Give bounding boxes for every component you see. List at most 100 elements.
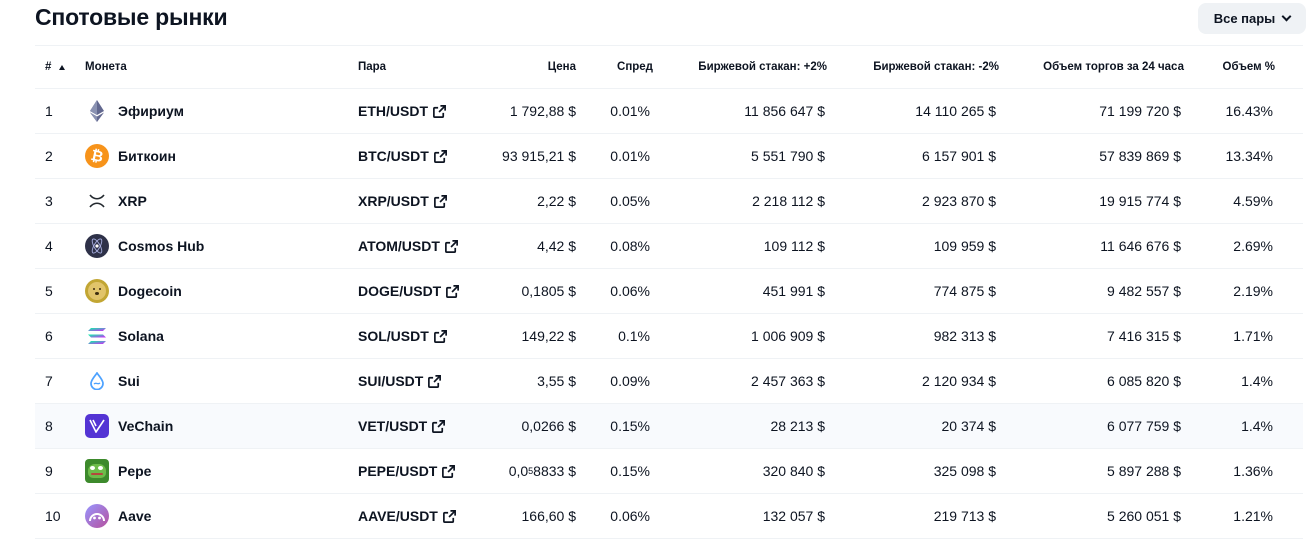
- bitcoin-icon: ₿: [85, 144, 109, 168]
- row-rank: 5: [45, 283, 53, 299]
- coin-link[interactable]: Aave: [85, 494, 151, 538]
- header-depth-plus[interactable]: Биржевой стакан: +2%: [698, 46, 827, 88]
- coin-link[interactable]: Эфириум: [85, 89, 184, 133]
- spread-value: 0.06%: [610, 283, 650, 299]
- volume-pct-value: 4.59%: [1233, 193, 1273, 209]
- row-rank: 8: [45, 418, 53, 434]
- pair-link[interactable]: BTC/USDT: [358, 134, 448, 178]
- header-coin[interactable]: Монета: [85, 46, 127, 88]
- pair-link[interactable]: XRP/USDT: [358, 179, 448, 223]
- pair-link[interactable]: ATOM/USDT: [358, 224, 459, 268]
- pair-link[interactable]: AAVE/USDT: [358, 494, 457, 538]
- coin-link[interactable]: Sui: [85, 359, 140, 403]
- external-link-icon: [433, 194, 448, 209]
- price-value: 1 792,88 $: [509, 103, 576, 119]
- depth-plus-value: 320 840 $: [762, 463, 825, 479]
- coin-link[interactable]: Dogecoin: [85, 269, 182, 313]
- spread-value: 0.15%: [610, 463, 650, 479]
- vechain-icon: [85, 414, 109, 438]
- coin-name: XRP: [118, 193, 147, 209]
- volume-pct-value: 1.21%: [1233, 508, 1273, 524]
- table-row[interactable]: 4 Cosmos Hub ATOM/USDT 4,42 $ 0.08% 109 …: [35, 224, 1303, 269]
- header-price[interactable]: Цена: [548, 46, 576, 88]
- external-link-icon: [431, 419, 446, 434]
- depth-plus-value: 5 551 790 $: [751, 148, 825, 164]
- coin-name: Dogecoin: [118, 283, 182, 299]
- pair-name: ATOM/USDT: [358, 238, 440, 254]
- pair-link[interactable]: ETH/USDT: [358, 89, 447, 133]
- price-value: 166,60 $: [521, 508, 577, 524]
- table-row[interactable]: 6 Solana SOL/USDT 149,22 $ 0.1% 1 006 90…: [35, 314, 1303, 359]
- table-row[interactable]: 8 VeChain VET/USDT 0,0266 $ 0.15% 28 213…: [35, 404, 1303, 449]
- table-row[interactable]: 2 ₿ Биткоин BTC/USDT 93 915,21 $ 0.01% 5…: [35, 134, 1303, 179]
- volume-value: 57 839 869 $: [1099, 148, 1181, 164]
- pair-link[interactable]: PEPE/USDT: [358, 449, 456, 493]
- volume-value: 7 416 315 $: [1107, 328, 1181, 344]
- pair-name: SUI/USDT: [358, 373, 424, 389]
- external-link-icon: [432, 104, 447, 119]
- header-spread[interactable]: Спред: [617, 46, 653, 88]
- table-row[interactable]: 5 Dogecoin DOGE/USDT 0,1805 $ 0.06% 451 …: [35, 269, 1303, 314]
- depth-minus-value: 2 120 934 $: [922, 373, 996, 389]
- row-rank: 7: [45, 373, 53, 389]
- spread-value: 0.08%: [610, 238, 650, 254]
- pair-name: ETH/USDT: [358, 103, 428, 119]
- spread-value: 0.06%: [610, 508, 650, 524]
- spread-value: 0.05%: [610, 193, 650, 209]
- coin-link[interactable]: XRP: [85, 179, 147, 223]
- table-row[interactable]: 1 Эфириум ETH/USDT 1 792,88 $ 0.01% 11 8…: [35, 89, 1303, 134]
- price-value: 93 915,21 $: [502, 148, 576, 164]
- depth-plus-value: 1 006 909 $: [751, 328, 825, 344]
- depth-plus-value: 2 218 112 $: [752, 193, 825, 209]
- all-pairs-label: Все пары: [1213, 11, 1276, 26]
- external-link-icon: [445, 284, 460, 299]
- dogecoin-icon: [85, 279, 109, 303]
- sort-asc-icon: [59, 64, 66, 70]
- depth-minus-value: 982 313 $: [933, 328, 996, 344]
- header-volume-pct[interactable]: Объем %: [1223, 46, 1275, 88]
- coin-name: Эфириум: [118, 103, 184, 119]
- table-row[interactable]: 10 Aave AAVE/USDT 166,60 $ 0.06% 132 057…: [35, 494, 1303, 539]
- price-value: 4,42 $: [537, 238, 576, 254]
- pepe-icon: [85, 459, 109, 483]
- spread-value: 0.09%: [610, 373, 650, 389]
- table-row[interactable]: 9 Pepe PEPE/USDT 0,0 5 8833 $ 0.15% 320 84…: [35, 449, 1303, 494]
- solana-icon: [85, 324, 109, 348]
- coin-link[interactable]: VeChain: [85, 404, 173, 448]
- volume-value: 11 646 676 $: [1100, 238, 1181, 254]
- pair-name: BTC/USDT: [358, 148, 429, 164]
- pair-link[interactable]: VET/USDT: [358, 404, 446, 448]
- page-title: Спотовые рынки: [35, 4, 228, 30]
- header-pair[interactable]: Пара: [358, 46, 386, 88]
- coin-link[interactable]: Cosmos Hub: [85, 224, 204, 268]
- pair-link[interactable]: SOL/USDT: [358, 314, 448, 358]
- depth-minus-value: 20 374 $: [941, 418, 997, 434]
- spread-value: 0.15%: [610, 418, 650, 434]
- coin-link[interactable]: Solana: [85, 314, 164, 358]
- header-volume[interactable]: Объем торгов за 24 часа: [1043, 46, 1184, 88]
- volume-pct-value: 16.43%: [1225, 103, 1273, 119]
- table-row[interactable]: 7 Sui SUI/USDT 3,55 $ 0.09% 2 457 363 $ …: [35, 359, 1303, 404]
- price-value: 2,22 $: [537, 193, 576, 209]
- sort-by-rank-header[interactable]: #: [45, 46, 66, 88]
- chevron-down-icon: [1281, 11, 1292, 22]
- volume-pct-value: 13.34%: [1225, 148, 1273, 164]
- pair-name: XRP/USDT: [358, 193, 429, 209]
- aave-icon: [85, 504, 109, 528]
- volume-value: 71 199 720 $: [1099, 103, 1181, 119]
- coin-link[interactable]: ₿ Биткоин: [85, 134, 176, 178]
- table-row[interactable]: 3 XRP XRP/USDT 2,22 $ 0.05% 2 218 112 $ …: [35, 179, 1303, 224]
- all-pairs-dropdown[interactable]: Все пары: [1198, 3, 1306, 34]
- coin-link[interactable]: Pepe: [85, 449, 151, 493]
- depth-minus-value: 774 875 $: [933, 283, 996, 299]
- pair-link[interactable]: SUI/USDT: [358, 359, 442, 403]
- volume-value: 6 085 820 $: [1107, 373, 1181, 389]
- pair-link[interactable]: DOGE/USDT: [358, 269, 460, 313]
- spread-value: 0.01%: [610, 148, 650, 164]
- depth-plus-value: 28 213 $: [770, 418, 826, 434]
- volume-pct-value: 2.69%: [1233, 238, 1273, 254]
- row-rank: 6: [45, 328, 53, 344]
- row-rank: 10: [45, 508, 61, 524]
- header-depth-minus[interactable]: Биржевой стакан: -2%: [873, 46, 999, 88]
- price-value: 0,0 5 8833 $: [509, 449, 576, 493]
